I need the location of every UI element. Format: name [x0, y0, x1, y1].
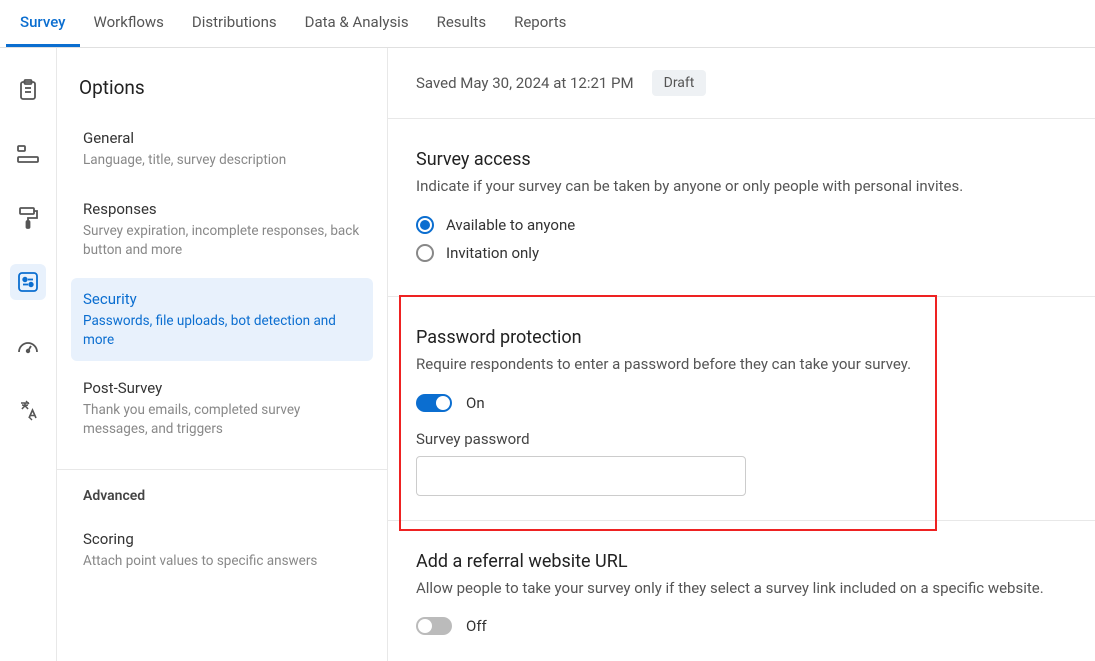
tab-reports[interactable]: Reports	[500, 0, 580, 47]
translate-icon[interactable]	[10, 392, 46, 428]
radio-invitation-only[interactable]: Invitation only	[416, 244, 1067, 262]
section-desc: Require respondents to enter a password …	[416, 354, 1067, 376]
sidebar: Options General Language, title, survey …	[56, 48, 388, 661]
gauge-icon[interactable]	[10, 328, 46, 364]
section-title: Add a referral website URL	[416, 551, 1067, 572]
sidebar-item-scoring[interactable]: Scoring Attach point values to specific …	[71, 518, 373, 583]
sidebar-item-general[interactable]: General Language, title, survey descript…	[71, 117, 373, 182]
sidebar-item-title: General	[83, 129, 361, 147]
main-panel: Saved May 30, 2024 at 12:21 PM Draft Sur…	[388, 48, 1095, 661]
options-icon[interactable]	[10, 264, 46, 300]
radio-available-anyone[interactable]: Available to anyone	[416, 216, 1067, 234]
password-toggle[interactable]	[416, 394, 452, 412]
body: Options General Language, title, survey …	[0, 48, 1095, 661]
sidebar-title: Options	[71, 76, 373, 117]
saved-timestamp: Saved May 30, 2024 at 12:21 PM	[416, 74, 634, 92]
section-desc: Allow people to take your survey only if…	[416, 578, 1067, 600]
section-title: Survey access	[416, 149, 1067, 170]
top-tabs: Survey Workflows Distributions Data & An…	[0, 0, 1095, 48]
referral-toggle[interactable]	[416, 617, 452, 635]
password-field-label: Survey password	[416, 430, 1067, 448]
tab-survey[interactable]: Survey	[6, 0, 80, 47]
sidebar-divider	[57, 469, 387, 470]
tab-workflows[interactable]: Workflows	[80, 0, 178, 47]
referral-toggle-row: Off	[416, 617, 1067, 635]
sidebar-item-desc: Passwords, file uploads, bot detection a…	[83, 312, 361, 350]
radio-icon	[416, 216, 434, 234]
sidebar-item-post-survey[interactable]: Post-Survey Thank you emails, completed …	[71, 367, 373, 451]
sidebar-item-desc: Language, title, survey description	[83, 151, 361, 170]
tab-results[interactable]: Results	[423, 0, 501, 47]
sidebar-item-title: Scoring	[83, 530, 361, 548]
radio-label: Invitation only	[446, 244, 539, 262]
radio-icon	[416, 244, 434, 262]
toggle-label: On	[466, 394, 485, 412]
advanced-label: Advanced	[71, 488, 373, 518]
sidebar-item-desc: Survey expiration, incomplete responses,…	[83, 222, 361, 260]
radio-label: Available to anyone	[446, 216, 575, 234]
section-desc: Indicate if your survey can be taken by …	[416, 176, 1067, 198]
tab-data-analysis[interactable]: Data & Analysis	[291, 0, 423, 47]
section-title: Password protection	[416, 327, 1067, 348]
tab-distributions[interactable]: Distributions	[178, 0, 291, 47]
sidebar-item-desc: Thank you emails, completed survey messa…	[83, 401, 361, 439]
section-password-protection: Password protection Require respondents …	[388, 297, 1095, 521]
paint-roller-icon[interactable]	[10, 200, 46, 236]
password-toggle-row: On	[416, 394, 1067, 412]
sidebar-item-title: Post-Survey	[83, 379, 361, 397]
section-survey-access: Survey access Indicate if your survey ca…	[388, 119, 1095, 297]
sidebar-item-desc: Attach point values to specific answers	[83, 552, 361, 571]
header-strip: Saved May 30, 2024 at 12:21 PM Draft	[388, 48, 1095, 119]
clipboard-icon[interactable]	[10, 72, 46, 108]
icon-rail	[0, 48, 56, 661]
status-badge: Draft	[652, 70, 707, 96]
sidebar-item-title: Responses	[83, 200, 361, 218]
section-referral-url: Add a referral website URL Allow people …	[388, 521, 1095, 661]
sidebar-item-responses[interactable]: Responses Survey expiration, incomplete …	[71, 188, 373, 272]
flow-icon[interactable]	[10, 136, 46, 172]
toggle-label: Off	[466, 617, 487, 635]
sidebar-item-security[interactable]: Security Passwords, file uploads, bot de…	[71, 278, 373, 362]
survey-password-input[interactable]	[416, 456, 746, 496]
sidebar-item-title: Security	[83, 290, 361, 308]
